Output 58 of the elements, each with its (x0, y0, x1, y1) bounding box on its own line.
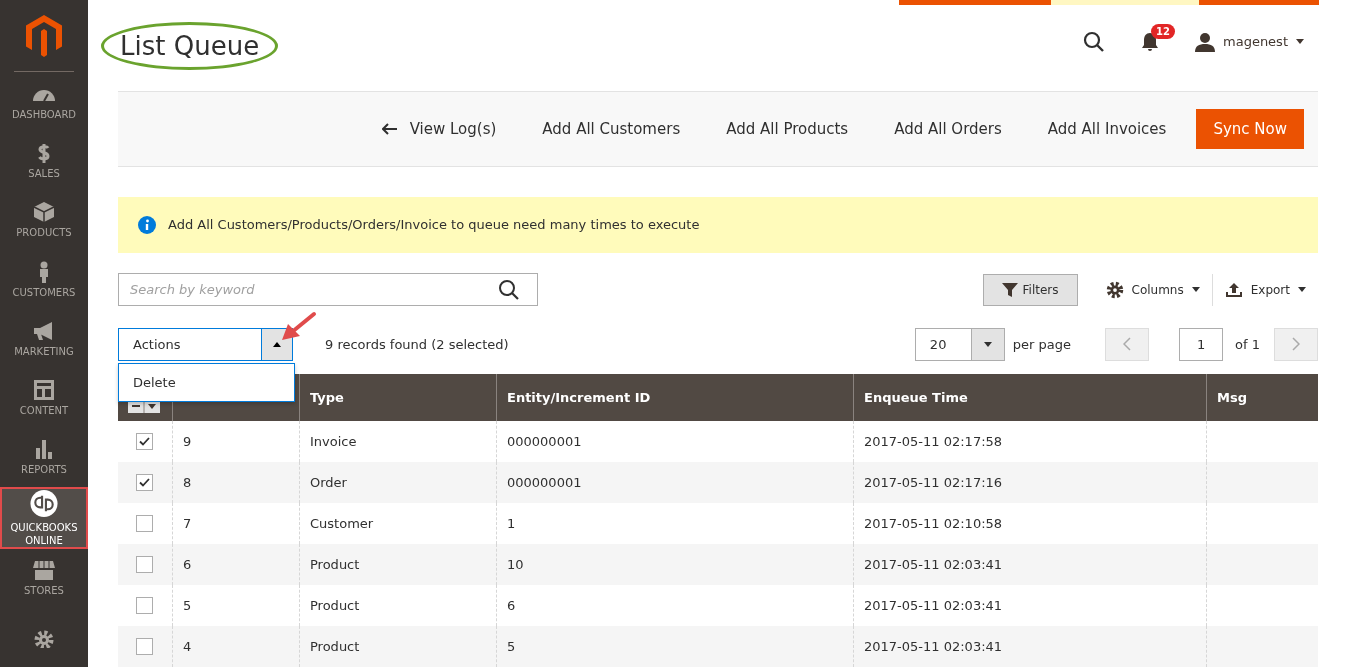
sync-now-button[interactable]: Sync Now (1196, 109, 1304, 150)
back-button[interactable]: View Log(s) (381, 120, 497, 139)
actions-dropdown[interactable]: Actions (118, 327, 293, 361)
table-cell: 4 (183, 639, 192, 654)
per-page-label: per page (1012, 336, 1072, 352)
table-cell: 5 (507, 639, 516, 654)
table-cell: 6 (183, 557, 192, 572)
info-text: Add All Customers/Products/Orders/Invoice to queue need many times to execute (168, 217, 700, 233)
notification-badge: 12 (1151, 23, 1175, 39)
table-cell: 2017-05-11 02:03:41 (864, 639, 1003, 654)
column-header[interactable]: Msg (1206, 374, 1318, 421)
table-cell: 9 (183, 434, 192, 449)
toolbar-action-button[interactable]: Add All Invoices (1047, 120, 1167, 139)
sidebar-item[interactable]: MARKETING (0, 309, 88, 369)
column-header[interactable]: Type (299, 374, 497, 421)
sidebar-item[interactable]: SALES (0, 131, 88, 191)
table-cell: 7 (183, 516, 192, 531)
sidebar-item[interactable]: CUSTOMERS (0, 249, 88, 310)
menu-item[interactable]: Delete (119, 363, 294, 401)
table-cell: 8 (183, 475, 192, 490)
toolbar-action-button[interactable]: Add All Products (726, 120, 849, 139)
table-cell: Customer (310, 516, 374, 531)
user-menu[interactable]: magenest (1195, 31, 1304, 52)
table-cell: 000000001 (507, 475, 582, 490)
per-page-select[interactable]: 20 (914, 327, 1005, 361)
column-header[interactable]: Enqueue Time (853, 374, 1207, 421)
table-cell: Product (310, 557, 360, 572)
records-count: 9 records found (2 selected) (325, 336, 509, 352)
page-count: of 1 (1235, 336, 1260, 352)
sidebar-item[interactable]: CONTENT (0, 368, 88, 428)
table-cell: Invoice (310, 434, 357, 449)
export-button[interactable]: Export (1212, 281, 1318, 298)
page-title: List Queue (101, 21, 279, 70)
sidebar-item[interactable]: REPORTS (0, 427, 88, 487)
sidebar-item[interactable]: DASHBOARD (0, 72, 88, 132)
table-cell: 10 (507, 557, 524, 572)
table-cell: Product (310, 639, 360, 654)
column-header[interactable]: Entity/Increment ID (496, 374, 854, 421)
table-cell: Product (310, 598, 360, 613)
toolbar-action-button[interactable]: Add All Orders (894, 120, 1002, 139)
table-cell: 2017-05-11 02:17:58 (864, 434, 1003, 449)
table-cell: 2017-05-11 02:17:16 (864, 475, 1003, 490)
table-cell: 2017-05-11 02:03:41 (864, 598, 1003, 613)
table-cell: 5 (183, 598, 192, 613)
toolbar-action-button[interactable]: Add All Customers (542, 120, 681, 139)
page-number-field[interactable]: 1 (1179, 327, 1224, 361)
sidebar-item[interactable]: STORES (0, 548, 88, 608)
sidebar-item[interactable]: PRODUCTS (0, 190, 88, 250)
filters-button[interactable]: Filters (982, 273, 1078, 306)
table-cell: 6 (507, 598, 516, 613)
table-cell: 2017-05-11 02:10:58 (864, 516, 1003, 531)
table-cell: 1 (507, 516, 516, 531)
table-cell: Order (310, 475, 347, 490)
sidebar-item[interactable]: QUICKBOOKS ONLINE (0, 486, 88, 549)
table-cell: 000000001 (507, 434, 582, 449)
columns-button[interactable]: Columns (1093, 280, 1212, 299)
table-cell: 2017-05-11 02:03:41 (864, 557, 1003, 572)
search-field[interactable]: Search by keyword (118, 273, 538, 307)
